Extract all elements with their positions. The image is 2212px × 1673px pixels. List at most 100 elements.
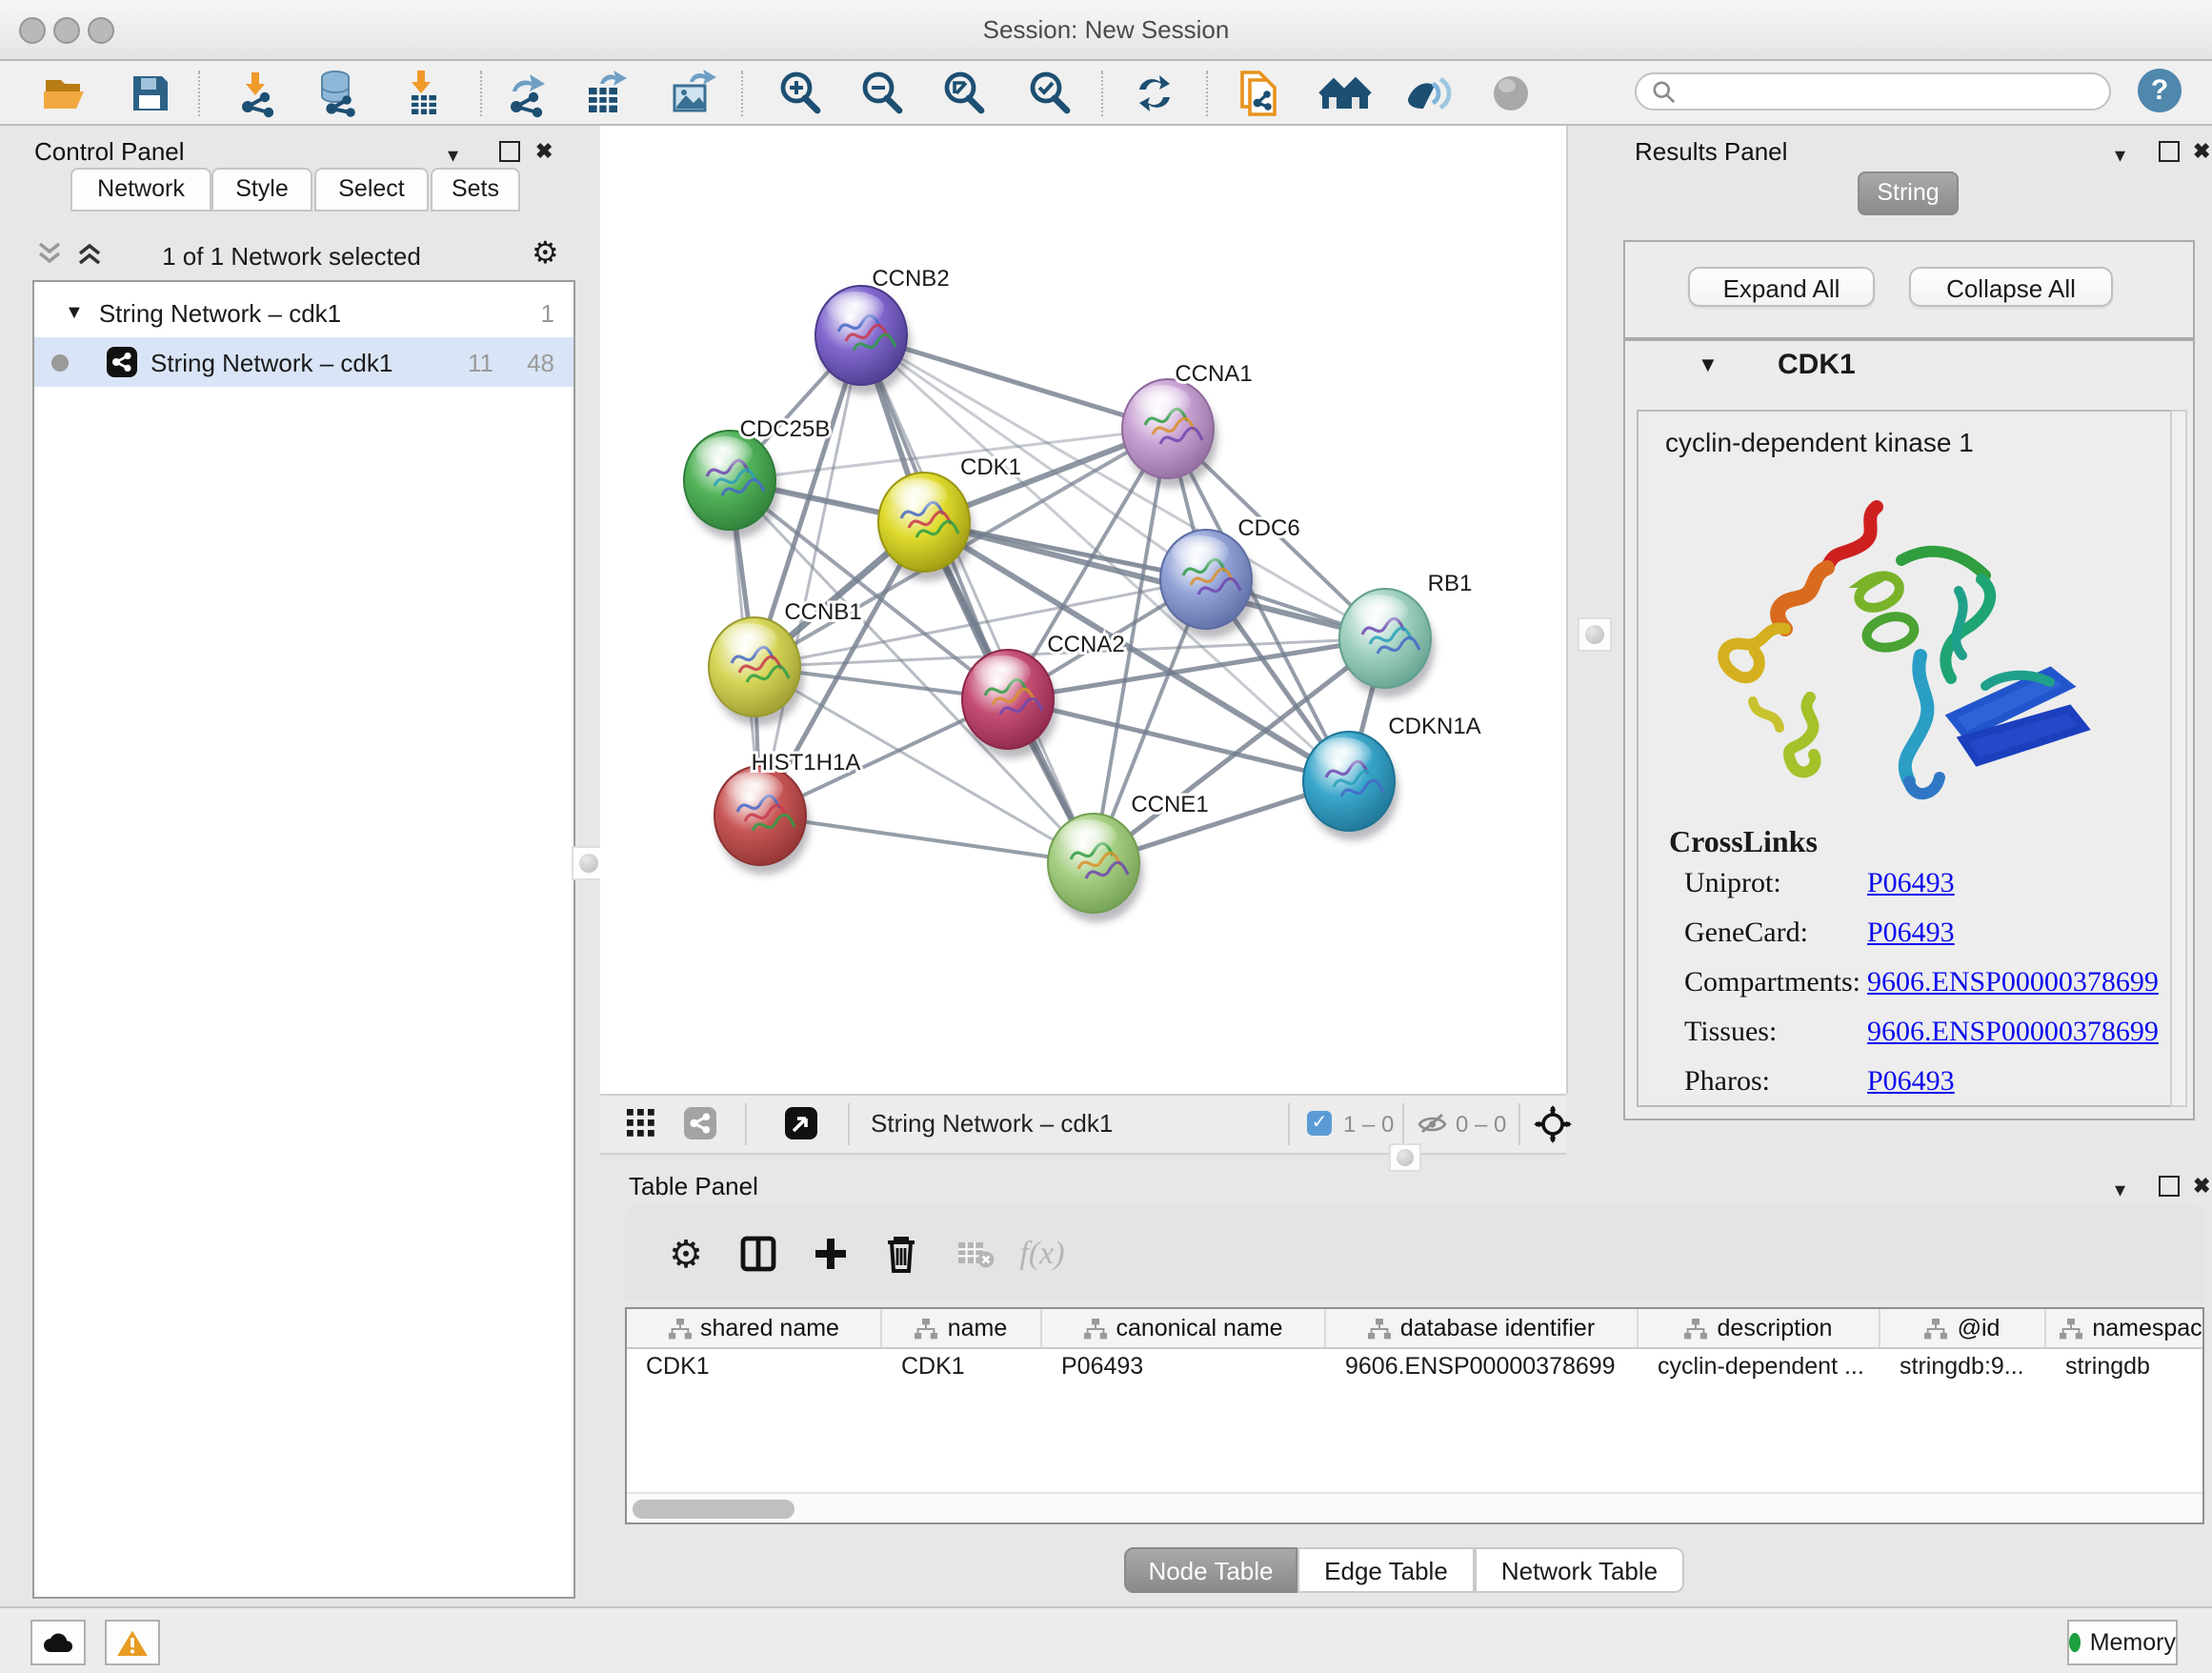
zoom-fit-icon[interactable] — [937, 67, 991, 120]
control-panel-float-icon[interactable] — [499, 141, 520, 162]
cloud-status-button[interactable] — [30, 1620, 86, 1665]
graph-node-cdk1[interactable]: CDK1 — [878, 454, 1021, 581]
control-panel-close-icon[interactable]: ✖ — [535, 139, 553, 164]
table-panel-menu-icon[interactable]: ▾ — [2115, 1178, 2125, 1202]
crosslink-label: Uniprot: — [1684, 869, 1867, 901]
delete-column-icon[interactable] — [878, 1231, 924, 1277]
network-view-canvas[interactable]: CCNB2CCNA1CDC25BCDK1CDC6RB1CCNB1CCNA2CDK… — [600, 126, 1568, 1094]
table-header-row: shared namenamecanonical namedatabase id… — [627, 1309, 2202, 1349]
tab-edge-table[interactable]: Edge Table — [1297, 1547, 1475, 1593]
search-input[interactable] — [1677, 76, 2065, 107]
entry-expander-icon[interactable]: ▼ — [1698, 354, 1719, 377]
save-session-icon[interactable] — [124, 67, 177, 120]
right-splitter-handle[interactable] — [1578, 617, 1612, 652]
crosslink-link[interactable]: P06493 — [1867, 869, 1955, 901]
collection-count: 1 — [541, 298, 554, 327]
table-cell[interactable]: CDK1 — [627, 1349, 882, 1385]
export-network-icon[interactable] — [499, 67, 553, 120]
graph-edge[interactable] — [861, 335, 1094, 863]
table-cell[interactable]: cyclin-dependent ... — [1639, 1349, 1880, 1385]
table-panel-float-icon[interactable] — [2159, 1176, 2180, 1197]
graph-node-cdc25b[interactable]: CDC25B — [684, 416, 830, 539]
open-in-window-icon[interactable] — [785, 1107, 817, 1139]
results-panel-float-icon[interactable] — [2159, 141, 2180, 162]
table-toolbar: ⚙ f(x) — [625, 1204, 2204, 1301]
collection-expander-icon[interactable]: ▼ — [65, 302, 84, 323]
tab-node-table[interactable]: Node Table — [1124, 1547, 1297, 1593]
table-cell[interactable]: P06493 — [1042, 1349, 1326, 1385]
graph-node-label: RB1 — [1428, 571, 1473, 596]
window-title: Session: New Session — [0, 15, 2212, 44]
table-cell[interactable]: stringdb — [2046, 1349, 2204, 1385]
cloud-icon — [42, 1631, 74, 1654]
table-cell[interactable]: 9606.ENSP00000378699 — [1326, 1349, 1639, 1385]
column-header[interactable]: canonical name — [1042, 1309, 1326, 1347]
clone-network-icon[interactable] — [1233, 67, 1286, 120]
results-panel-menu-icon[interactable]: ▾ — [2115, 143, 2125, 168]
tab-sets[interactable]: Sets — [431, 168, 520, 212]
network-options-gear-icon[interactable]: ⚙ — [532, 234, 559, 272]
zoom-selected-icon[interactable] — [1023, 67, 1076, 120]
table-row[interactable]: CDK1CDK1P064939606.ENSP00000378699cyclin… — [627, 1349, 2202, 1385]
column-header[interactable]: shared name — [627, 1309, 882, 1347]
expand-all-button[interactable]: Expand All — [1688, 267, 1875, 307]
crosslink-link[interactable]: P06493 — [1867, 918, 1955, 951]
table-options-gear-icon[interactable]: ⚙ — [663, 1231, 709, 1277]
fit-content-crosshair-icon[interactable] — [1534, 1105, 1572, 1153]
tab-style[interactable]: Style — [211, 168, 312, 212]
neighborhood-houses-icon[interactable] — [1318, 67, 1372, 120]
warning-status-button[interactable] — [105, 1620, 160, 1665]
column-header[interactable]: namespac — [2046, 1309, 2204, 1347]
network-collection-row[interactable]: ▼ String Network – cdk1 1 — [34, 288, 573, 337]
search-box[interactable] — [1635, 72, 2111, 111]
table-horizontal-scrollbar[interactable] — [627, 1492, 2202, 1524]
memory-button[interactable]: Memory — [2067, 1620, 2178, 1665]
grid-view-icon[interactable] — [627, 1109, 655, 1147]
node-table[interactable]: shared namenamecanonical namedatabase id… — [625, 1307, 2204, 1524]
table-cell[interactable]: CDK1 — [882, 1349, 1042, 1385]
collapse-all-button[interactable]: Collapse All — [1909, 267, 2113, 307]
column-header[interactable]: database identifier — [1326, 1309, 1639, 1347]
import-table-file-icon[interactable] — [396, 67, 450, 120]
graph-node-label: HIST1H1A — [752, 750, 861, 776]
column-header[interactable]: name — [882, 1309, 1042, 1347]
export-image-icon[interactable] — [665, 67, 718, 120]
network-view-string-icon[interactable] — [684, 1107, 716, 1139]
graph-node-ccna1[interactable]: CCNA1 — [1122, 361, 1253, 488]
import-network-file-icon[interactable] — [231, 67, 284, 120]
network-row-selected[interactable]: String Network – cdk1 11 48 — [34, 337, 573, 387]
zoom-out-icon[interactable] — [855, 67, 909, 120]
column-header[interactable]: @id — [1880, 1309, 2046, 1347]
tab-select[interactable]: Select — [314, 168, 429, 212]
crosslink-link[interactable]: P06493 — [1867, 1067, 1955, 1099]
crosslink-link[interactable]: 9606.ENSP00000378699 — [1867, 1018, 2159, 1050]
results-vertical-scrollbar[interactable] — [2170, 410, 2187, 1107]
selected-nodes-checkbox[interactable]: ✓ — [1307, 1111, 1332, 1136]
show-hide-graphics-details-icon[interactable] — [1400, 67, 1454, 120]
column-header[interactable]: description — [1639, 1309, 1880, 1347]
delete-table-icon — [953, 1231, 998, 1277]
bird-eye-view-icon[interactable] — [1484, 67, 1538, 120]
results-panel-close-icon[interactable]: ✖ — [2193, 139, 2210, 164]
apply-style-refresh-icon[interactable] — [1128, 67, 1181, 120]
show-columns-icon[interactable] — [735, 1231, 781, 1277]
tab-string-results[interactable]: String — [1858, 171, 1959, 215]
graph-edge[interactable] — [760, 335, 861, 816]
title-bar: Session: New Session — [0, 0, 2212, 61]
graph-node-rb1[interactable]: RB1 — [1339, 571, 1472, 697]
tab-network[interactable]: Network — [70, 168, 211, 212]
table-panel-close-icon[interactable]: ✖ — [2193, 1174, 2210, 1199]
crosslink-link[interactable]: 9606.ENSP00000378699 — [1867, 968, 2159, 1000]
table-cell[interactable]: stringdb:9... — [1880, 1349, 2046, 1385]
graph-edge[interactable] — [760, 816, 1094, 863]
tab-network-table[interactable]: Network Table — [1475, 1547, 1684, 1593]
graph-node-cdkn1a[interactable]: CDKN1A — [1303, 714, 1481, 840]
import-network-database-icon[interactable] — [312, 67, 366, 120]
zoom-in-icon[interactable] — [774, 67, 827, 120]
graph-node-hist1h1a[interactable]: HIST1H1A — [714, 750, 860, 875]
control-panel-menu-icon[interactable]: ▾ — [448, 143, 458, 168]
export-table-icon[interactable] — [579, 67, 633, 120]
create-column-icon[interactable] — [808, 1231, 854, 1277]
open-session-icon[interactable] — [38, 67, 91, 120]
help-button[interactable]: ? — [2138, 69, 2182, 112]
